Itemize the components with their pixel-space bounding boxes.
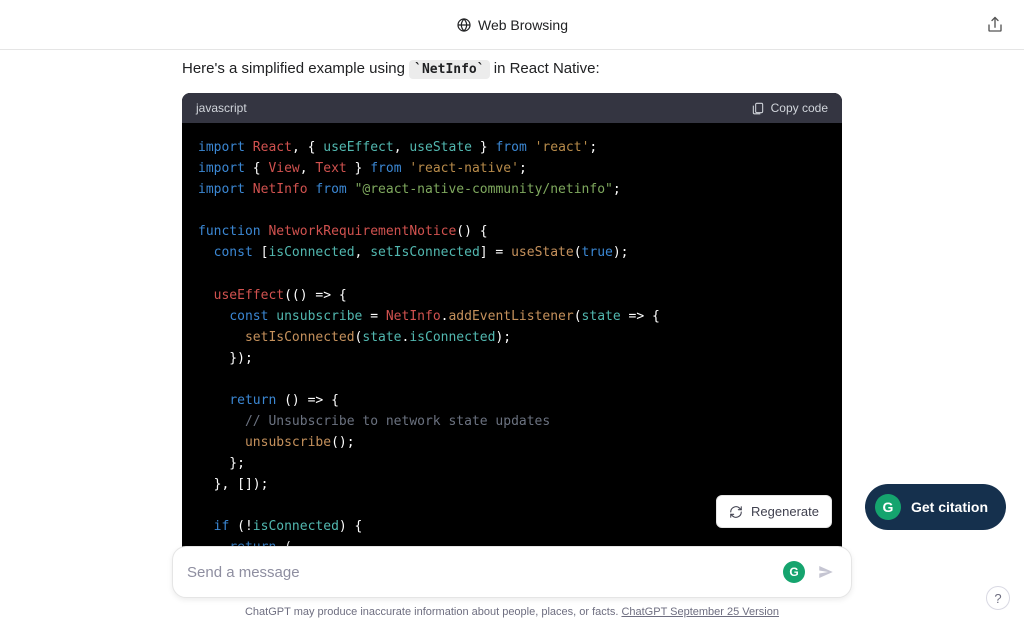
page-title: Web Browsing: [456, 17, 568, 33]
footer-disclaimer: ChatGPT may produce inaccurate informati…: [0, 606, 1024, 618]
intro-prefix: Here's a simplified example using: [182, 60, 409, 77]
code-header: javascript Copy code: [182, 93, 842, 123]
code-language-label: javascript: [196, 101, 247, 115]
assistant-message-text: Here's a simplified example using `NetIn…: [182, 58, 842, 79]
help-button[interactable]: ?: [986, 586, 1010, 610]
message-composer[interactable]: G: [172, 546, 852, 598]
top-bar: Web Browsing: [0, 0, 1024, 50]
page-title-text: Web Browsing: [478, 17, 568, 33]
regenerate-label: Regenerate: [751, 504, 819, 519]
copy-code-label: Copy code: [771, 101, 828, 115]
regenerate-button[interactable]: Regenerate: [716, 495, 832, 528]
globe-icon: [456, 17, 472, 33]
inline-code: `NetInfo`: [409, 60, 489, 79]
clipboard-icon: [751, 101, 765, 115]
message-input[interactable]: [187, 564, 783, 581]
content-area: Here's a simplified example using `NetIn…: [0, 50, 1024, 624]
help-icon: ?: [994, 591, 1001, 606]
get-citation-button[interactable]: G Get citation: [865, 484, 1006, 530]
refresh-icon: [729, 505, 743, 519]
send-button[interactable]: [815, 561, 837, 583]
disclaimer-text: ChatGPT may produce inaccurate informati…: [245, 606, 621, 618]
grammarly-badge-icon: G: [875, 494, 901, 520]
share-icon: [986, 16, 1004, 34]
copy-code-button[interactable]: Copy code: [751, 101, 828, 115]
version-link[interactable]: ChatGPT September 25 Version: [621, 606, 779, 618]
share-button[interactable]: [984, 14, 1006, 36]
intro-suffix: in React Native:: [490, 60, 600, 77]
grammarly-input-badge[interactable]: G: [783, 561, 805, 583]
composer-area: G ChatGPT may produce inaccurate informa…: [0, 546, 1024, 624]
send-icon: [817, 563, 835, 581]
get-citation-label: Get citation: [911, 499, 988, 515]
